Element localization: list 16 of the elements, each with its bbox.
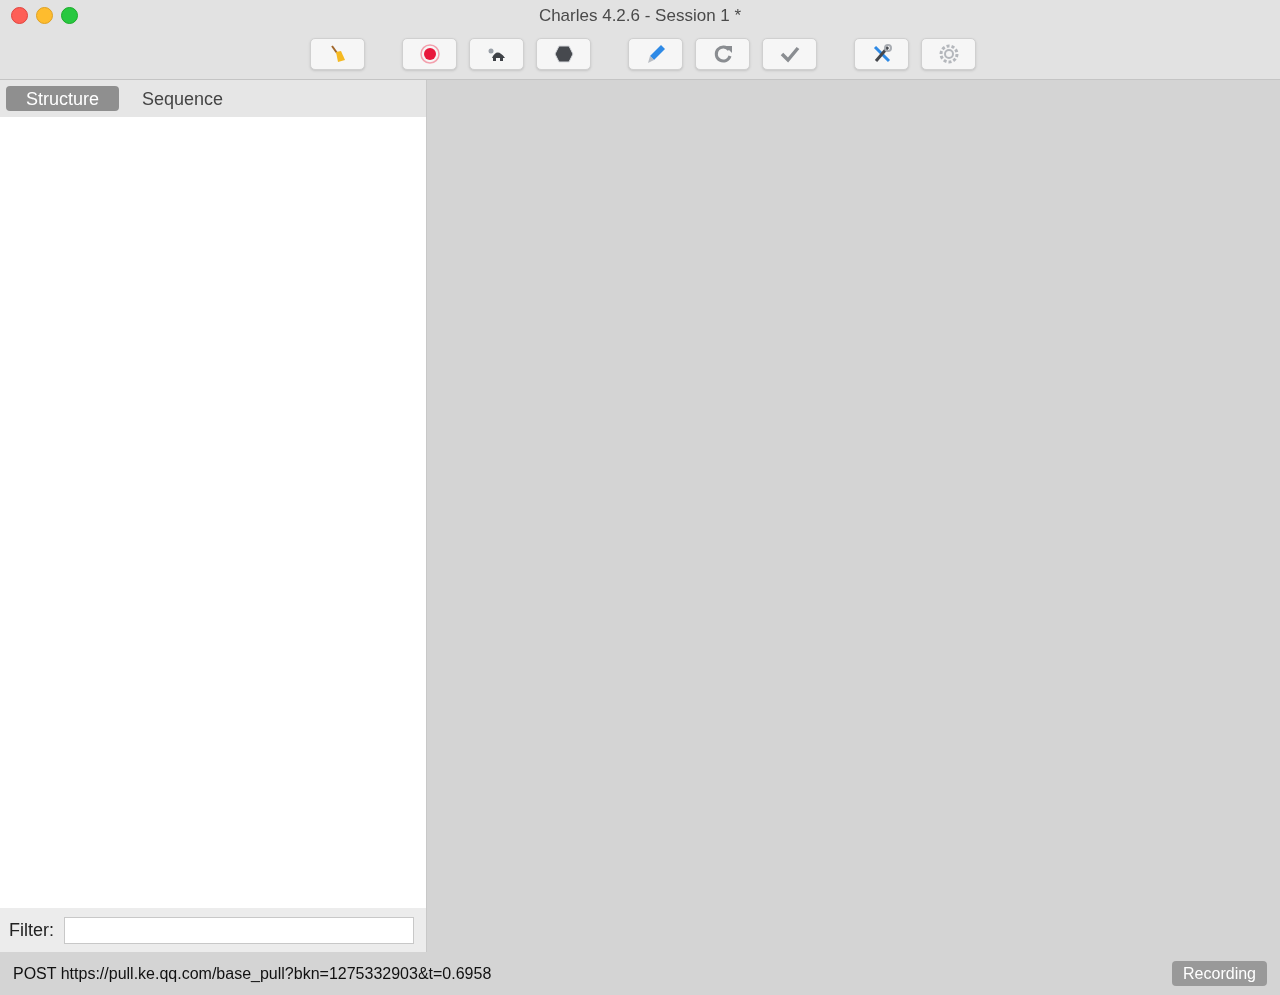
toolbar-button[interactable] <box>536 38 591 70</box>
filter-input[interactable] <box>64 916 414 944</box>
window-title: Charles 4.2.6 - Session 1 * <box>538 5 742 28</box>
gear-icon <box>937 43 960 65</box>
tab[interactable]: Sequence <box>127 86 239 111</box>
close-button[interactable] <box>11 7 28 24</box>
minimize-button[interactable] <box>36 7 53 24</box>
status-text: POST https://pull.ke.qq.com/base_pull?bkn=1275332903&t=0.6958 <box>13 963 492 984</box>
zoom-button[interactable] <box>61 7 78 24</box>
recording-badge: Recording <box>1172 961 1267 986</box>
record-icon <box>418 43 441 65</box>
filter-label: Filter: <box>9 918 54 942</box>
hexagon-icon <box>552 43 575 65</box>
toolbar-button[interactable] <box>469 38 524 70</box>
toolbar-button[interactable] <box>402 38 457 70</box>
toolbar-button[interactable] <box>854 38 909 70</box>
